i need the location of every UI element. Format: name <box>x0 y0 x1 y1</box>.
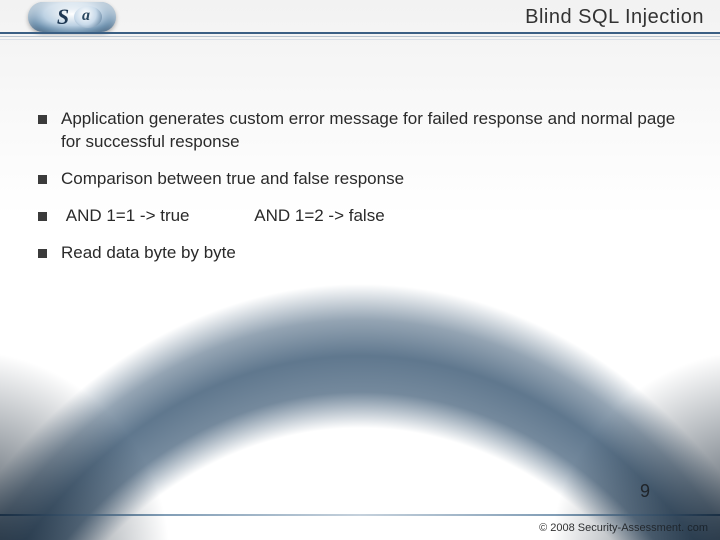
bullet-text: Comparison between true and false respon… <box>61 168 682 191</box>
logo: S a <box>28 2 116 32</box>
bullet-square-icon <box>38 175 47 184</box>
example-false: AND 1=2 -> false <box>254 205 384 228</box>
slide-title: Blind SQL Injection <box>525 6 704 29</box>
header-divider <box>0 32 720 40</box>
footer-copyright: © 2008 Security-Assessment. com <box>539 522 708 534</box>
bullet-square-icon <box>38 212 47 221</box>
slide-content: Application generates custom error messa… <box>38 108 682 279</box>
example-true: AND 1=1 -> true <box>66 205 190 228</box>
bullet-item: Read data byte by byte <box>38 242 682 265</box>
bullet-square-icon <box>38 249 47 258</box>
bullet-text: Application generates custom error messa… <box>61 108 682 154</box>
bullet-item-examples: AND 1=1 -> true AND 1=2 -> false <box>38 205 682 228</box>
bullet-item: Comparison between true and false respon… <box>38 168 682 191</box>
logo-ring-icon: a <box>74 6 102 28</box>
bullet-examples: AND 1=1 -> true AND 1=2 -> false <box>61 205 682 228</box>
page-number: 9 <box>640 481 650 502</box>
footer-divider <box>0 514 720 516</box>
bullet-square-icon <box>38 115 47 124</box>
logo-letter-s: S <box>57 4 69 30</box>
slide: S a Blind SQL Injection Application gene… <box>0 0 720 540</box>
bullet-text: Read data byte by byte <box>61 242 682 265</box>
bullet-item: Application generates custom error messa… <box>38 108 682 154</box>
logo-letter-a: a <box>82 7 90 25</box>
